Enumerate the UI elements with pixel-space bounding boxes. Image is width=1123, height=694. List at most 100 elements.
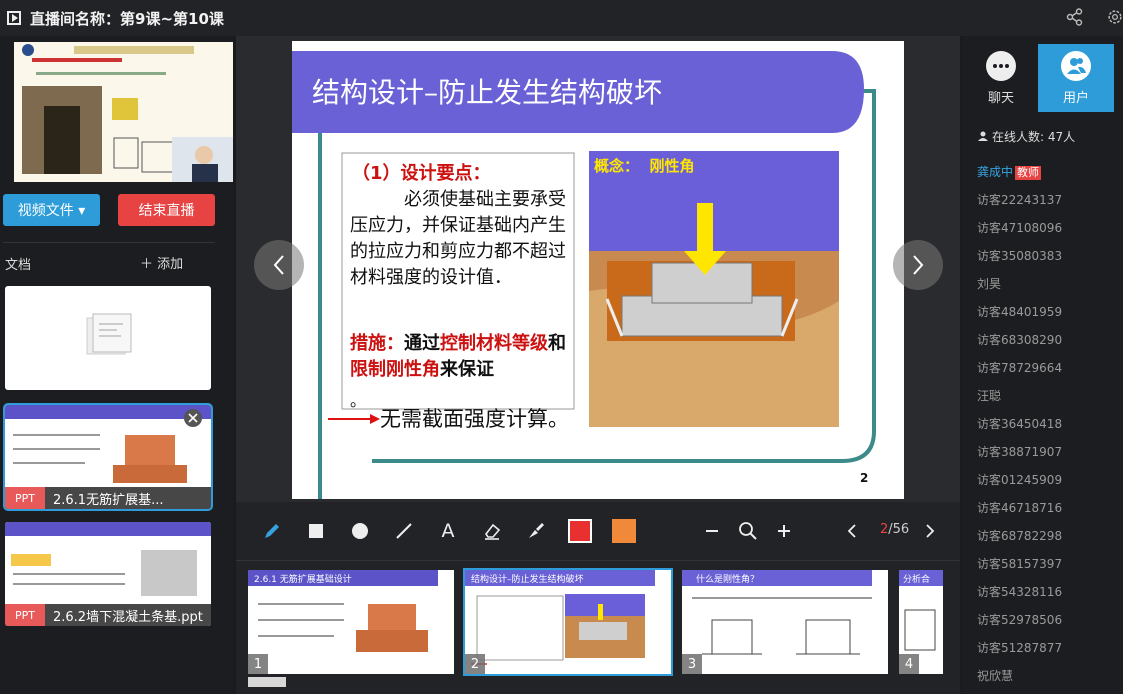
measure-label: 措施： — [350, 333, 404, 354]
user-item[interactable]: 访客47108096 — [977, 220, 1123, 248]
user-item[interactable]: 刘昊 — [977, 276, 1123, 304]
measure-red-2: 限制刚性角 — [350, 359, 440, 380]
add-doc-button[interactable]: ＋ 添加 — [140, 253, 183, 272]
page-total: /56 — [888, 522, 910, 537]
user-item[interactable]: 访客38871907 — [977, 444, 1123, 472]
page-indicator: 2/56 — [880, 522, 909, 537]
user-item[interactable]: 访客58157397 — [977, 556, 1123, 584]
close-doc-icon[interactable] — [183, 408, 203, 428]
slide-arrow-text: 无需截面强度计算。 — [380, 407, 569, 431]
thumb-number: 3 — [682, 654, 702, 674]
window-title: 直播间名称：第9课~第10课 — [30, 9, 224, 28]
measure-period: 。 — [350, 391, 367, 410]
user-list: 龚成中 教师 访客22243137 访客47108096 访客35080383 刘… — [977, 164, 1123, 694]
user-item[interactable]: 汪聪 — [977, 388, 1123, 416]
user-item[interactable]: 访客35080383 — [977, 248, 1123, 276]
share-icon[interactable] — [1066, 8, 1084, 26]
teacher-name: 龚成中 — [977, 165, 1014, 179]
eraser-icon[interactable] — [482, 521, 502, 541]
chevron-right-icon — [913, 255, 924, 275]
divider — [3, 242, 215, 243]
page-prev-icon[interactable] — [842, 521, 862, 541]
thumb-title: 2.6.1 无筋扩展基础设计 — [254, 575, 352, 585]
zoom-search-icon[interactable] — [738, 521, 758, 541]
tab-users-label: 用户 — [1062, 91, 1089, 106]
teacher-video-feed — [14, 42, 233, 182]
doc-name: 2.6.2墙下混凝土条基.ppt — [53, 609, 203, 625]
user-item[interactable]: 访客52978506 — [977, 612, 1123, 640]
slide-thumb-4[interactable]: 分析合 4 — [899, 570, 943, 674]
pen-color-swatch[interactable] — [568, 519, 592, 543]
slide-thumb-2[interactable]: 结构设计–防止发生结构破坏 2 — [463, 568, 673, 676]
doc-card-2-6-1[interactable]: PPT 2.6.1无筋扩展基... — [3, 403, 213, 511]
doc-card-2-6-2[interactable]: PPT 2.6.2墙下混凝土条基.ppt — [5, 522, 211, 626]
left-panel: 视频文件 ▾ 结束直播 文档 ＋ 添加 PPT 2.6.1无筋扩展基... PP… — [0, 36, 233, 694]
user-item[interactable]: 祝欣慧 — [977, 668, 1123, 694]
zoom-in-icon[interactable] — [774, 521, 794, 541]
user-item[interactable]: 访客01245909 — [977, 472, 1123, 500]
thumb-image — [682, 570, 888, 674]
tab-users[interactable]: 用户 — [1038, 44, 1114, 112]
person-icon — [978, 131, 988, 141]
circle-icon[interactable] — [350, 521, 370, 541]
user-item[interactable]: 访客78729664 — [977, 360, 1123, 388]
slide-measure: 措施：通过控制材料等级和限制刚性角来保证 — [350, 331, 572, 383]
online-count-text: 在线人数: 47人 — [992, 130, 1076, 144]
tab-chat-label: 聊天 — [987, 91, 1014, 106]
doc-card-empty[interactable] — [5, 286, 211, 390]
measure-text-1: 通过 — [404, 333, 440, 354]
slide-thumb-3[interactable]: 什么是刚性角？ 3 — [682, 570, 888, 674]
user-item[interactable]: 访客54328116 — [977, 584, 1123, 612]
slide-page-number: 2 — [860, 471, 869, 485]
tab-chat[interactable]: 聊天 — [963, 44, 1039, 112]
end-live-button[interactable]: 结束直播 — [118, 194, 215, 226]
slide-thumb-1[interactable]: 2.6.1 无筋扩展基础设计 1 — [248, 570, 454, 674]
doc-name: 2.6.1无筋扩展基... — [53, 492, 164, 508]
thumb-number: 4 — [899, 654, 919, 674]
user-item[interactable]: 访客36450418 — [977, 416, 1123, 444]
pen-icon[interactable] — [262, 521, 282, 541]
thumb-image — [465, 570, 671, 674]
next-slide-button[interactable] — [893, 240, 943, 290]
user-item[interactable]: 访客68308290 — [977, 332, 1123, 360]
slide-view: 结构设计–防止发生结构破坏 （1）设计要点： 必须使基础主要承受压应力，并保证基… — [292, 41, 904, 499]
line-icon[interactable] — [394, 521, 414, 541]
text-tool-icon[interactable]: A — [438, 520, 458, 542]
right-panel: 聊天 用户 在线人数: 47人 龚成中 教师 访客22243137 访客47108… — [963, 36, 1123, 694]
thumb-title: 结构设计–防止发生结构破坏 — [471, 575, 584, 585]
measure-text-3: 来保证 — [440, 359, 494, 380]
clear-brush-icon[interactable] — [526, 521, 546, 541]
gear-icon[interactable] — [1106, 7, 1123, 27]
main-stage: 结构设计–防止发生结构破坏 （1）设计要点： 必须使基础主要承受压应力，并保证基… — [236, 36, 960, 694]
doc-tag: PPT 2.6.2墙下混凝土条基.ppt — [5, 604, 211, 626]
fill-color-swatch[interactable] — [612, 519, 636, 543]
chevron-left-icon — [273, 255, 284, 275]
thumb-number: 2 — [465, 654, 485, 674]
user-item[interactable]: 访客46718716 — [977, 500, 1123, 528]
user-item[interactable]: 访客48401959 — [977, 304, 1123, 332]
slide-point-body: 必须使基础主要承受压应力，并保证基础内产生的拉应力和剪应力都不超过材料强度的设计… — [350, 189, 566, 288]
title-bar: 直播间名称：第9课~第10课 — [0, 0, 1123, 36]
doc-tag: PPT 2.6.1无筋扩展基... — [5, 487, 211, 509]
user-item-teacher[interactable]: 龚成中 教师 — [977, 164, 1123, 192]
thumb-number: 1 — [248, 654, 268, 674]
thumb-scrollbar[interactable] — [248, 677, 286, 687]
users-icon — [1061, 51, 1091, 81]
thumb-title: 分析合 — [903, 575, 931, 585]
user-item[interactable]: 访客68782298 — [977, 528, 1123, 556]
page-next-icon[interactable] — [920, 521, 940, 541]
measure-red-1: 控制材料等级 — [440, 333, 548, 354]
user-item[interactable]: 访客51287877 — [977, 640, 1123, 668]
user-item[interactable]: 访客22243137 — [977, 192, 1123, 220]
ppt-badge: PPT — [5, 604, 45, 626]
drawing-toolbar: A 2/56 — [236, 502, 960, 560]
rectangle-icon[interactable] — [306, 521, 326, 541]
teacher-badge: 教师 — [1015, 166, 1042, 180]
zoom-out-icon[interactable] — [702, 521, 722, 541]
thumb-image — [248, 570, 454, 674]
video-file-button[interactable]: 视频文件 ▾ — [3, 194, 100, 226]
slide-thumbnail-strip: 2.6.1 无筋扩展基础设计 1 结构设计–防止发生结构破坏 2 什么是刚性角？… — [236, 560, 960, 694]
prev-slide-button[interactable] — [254, 240, 304, 290]
chat-icon — [986, 51, 1016, 81]
docs-label: 文档 — [5, 258, 32, 273]
